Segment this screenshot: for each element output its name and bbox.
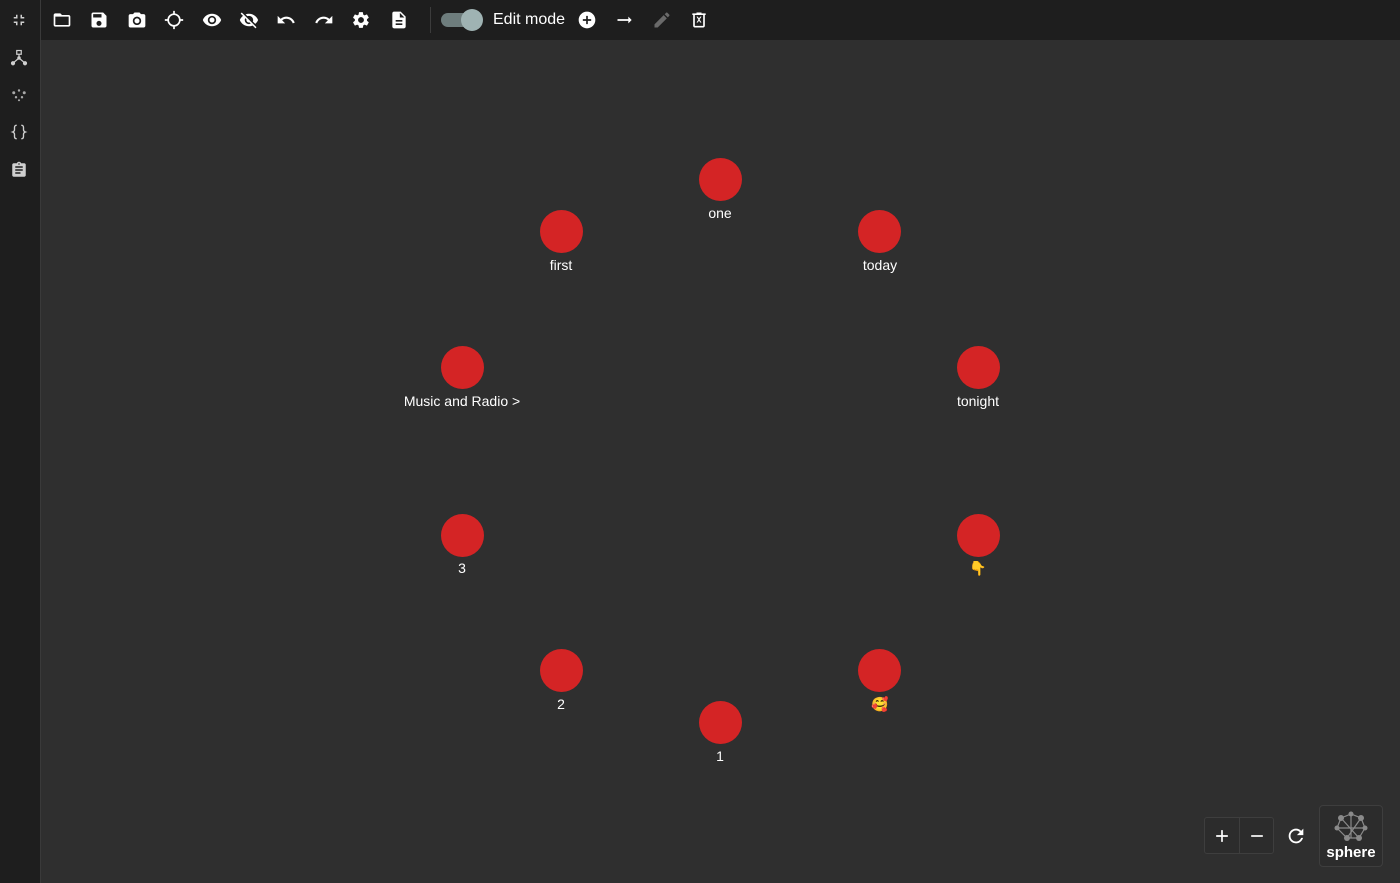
graph-node-pointing-down[interactable] bbox=[957, 514, 1000, 557]
plus-icon[interactable] bbox=[1205, 818, 1239, 853]
undo-icon[interactable] bbox=[275, 9, 297, 31]
graph-node-smiling-hearts[interactable] bbox=[858, 649, 901, 692]
delete-icon[interactable] bbox=[688, 9, 710, 31]
graph-node-2[interactable] bbox=[540, 649, 583, 692]
graph-tree-icon[interactable] bbox=[8, 47, 30, 69]
document-icon[interactable] bbox=[388, 9, 410, 31]
graph-node-music-and-radio[interactable] bbox=[441, 346, 484, 389]
toolbar-separator bbox=[430, 7, 431, 33]
edit-mode-label: Edit mode bbox=[493, 11, 566, 28]
eye-icon[interactable] bbox=[201, 9, 223, 31]
node-label: today bbox=[862, 257, 898, 273]
sphere-layout-icon bbox=[1334, 811, 1368, 841]
toggle-knob bbox=[461, 9, 483, 31]
node-label: tonight bbox=[956, 393, 1000, 409]
node-label: 🥰 bbox=[871, 696, 889, 712]
refresh-icon[interactable] bbox=[1284, 824, 1308, 848]
collapse-icon[interactable] bbox=[8, 9, 30, 31]
sphere-layout-button[interactable]: sphere bbox=[1319, 805, 1383, 867]
zoom-controls bbox=[1204, 817, 1274, 854]
minus-icon[interactable] bbox=[1240, 818, 1274, 853]
node-label: 👇 bbox=[969, 560, 987, 576]
save-icon[interactable] bbox=[88, 9, 110, 31]
json-braces-icon[interactable] bbox=[8, 121, 30, 143]
camera-icon[interactable] bbox=[126, 9, 148, 31]
node-label: 3 bbox=[458, 560, 466, 576]
scatter-dots-icon[interactable] bbox=[8, 84, 30, 106]
top-toolbar: Edit mode bbox=[41, 0, 1400, 40]
pencil-icon[interactable] bbox=[651, 9, 673, 31]
layout-label: sphere bbox=[1326, 844, 1376, 861]
folder-open-icon[interactable] bbox=[51, 9, 73, 31]
graph-canvas[interactable]: one today tonight 👇 🥰 1 2 3 Music and Ra… bbox=[41, 40, 1400, 883]
redo-icon[interactable] bbox=[313, 9, 335, 31]
arrow-right-icon[interactable] bbox=[614, 9, 636, 31]
graph-node-one[interactable] bbox=[699, 158, 742, 201]
left-sidebar bbox=[0, 0, 41, 883]
settings-icon[interactable] bbox=[350, 9, 372, 31]
edit-mode-toggle[interactable] bbox=[441, 9, 483, 31]
add-circle-icon[interactable] bbox=[576, 9, 598, 31]
node-label: 1 bbox=[716, 748, 724, 764]
graph-node-1[interactable] bbox=[699, 701, 742, 744]
node-label: one bbox=[708, 205, 732, 221]
clipboard-icon[interactable] bbox=[8, 159, 30, 181]
eye-off-icon[interactable] bbox=[238, 9, 260, 31]
node-label: first bbox=[549, 257, 573, 273]
graph-node-first[interactable] bbox=[540, 210, 583, 253]
crosshair-icon[interactable] bbox=[163, 9, 185, 31]
graph-node-3[interactable] bbox=[441, 514, 484, 557]
node-label: 2 bbox=[557, 696, 565, 712]
graph-node-today[interactable] bbox=[858, 210, 901, 253]
node-label: Music and Radio > bbox=[403, 393, 521, 409]
graph-node-tonight[interactable] bbox=[957, 346, 1000, 389]
